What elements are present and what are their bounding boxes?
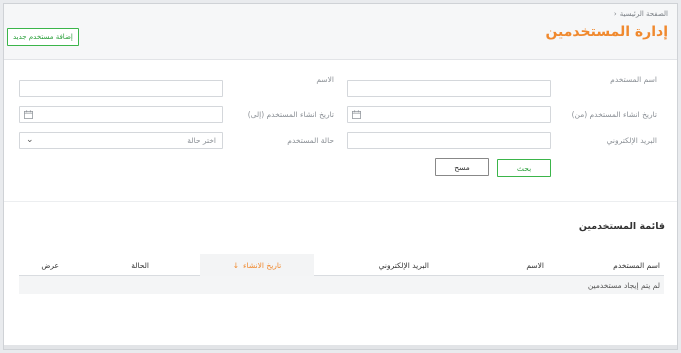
main-window: الصفحة الرئيسية ‹ إدارة المستخدمين إضافة… [3,3,678,350]
column-created-date-label: تاريخ الانشاء [243,260,282,270]
column-view[interactable]: عرض [41,254,59,276]
created-from-input[interactable] [347,106,551,123]
calendar-icon[interactable] [24,110,33,119]
clear-button[interactable]: مسح [435,158,489,176]
add-user-button[interactable]: إضافة مستخدم جديد [7,28,79,46]
users-table: اسم المستخدم الاسم البريد الإلكتروني تار… [19,254,664,294]
column-email[interactable]: البريد الإلكتروني [379,254,429,276]
column-name[interactable]: الاسم [526,254,544,276]
search-panel: اسم المستخدم الاسم تاريخ انشاء المستخدم … [4,60,677,201]
section-divider [4,201,677,202]
table-header: اسم المستخدم الاسم البريد الإلكتروني تار… [19,254,664,276]
chevron-left-icon: ‹ [613,10,617,18]
search-button[interactable]: بحث [497,159,551,177]
name-label: الاسم [316,75,334,84]
email-input[interactable] [347,132,551,149]
status-label: حالة المستخدم [287,136,334,145]
list-title: قائمة المستخدمين [578,221,665,232]
username-label: اسم المستخدم [610,75,657,84]
status-select[interactable]: اختر حالة ⌄ [19,132,223,149]
page-header: الصفحة الرئيسية ‹ إدارة المستخدمين إضافة… [4,4,677,60]
breadcrumb-home[interactable]: الصفحة الرئيسية [620,10,668,18]
chevron-down-icon: ⌄ [26,135,34,145]
name-input[interactable] [19,80,223,97]
created-from-label: تاريخ انشاء المستخدم (من) [571,110,657,119]
sort-arrow-icon: ↓ [232,260,240,270]
calendar-icon[interactable] [352,110,361,119]
column-username[interactable]: اسم المستخدم [613,254,660,276]
username-input[interactable] [347,80,551,97]
status-placeholder: اختر حالة [187,136,216,145]
column-status[interactable]: الحالة [131,254,149,276]
column-created-date[interactable]: تاريخ الانشاء ↓ [200,254,314,276]
horizontal-scrollbar[interactable] [4,345,677,349]
page-title: إدارة المستخدمين [545,24,668,40]
created-to-label: تاريخ انشاء المستخدم (إلى) [247,110,334,119]
breadcrumb[interactable]: الصفحة الرئيسية ‹ [614,10,668,18]
email-label: البريد الإلكتروني [606,136,657,145]
empty-row: لم يتم إيجاد مستخدمين [19,276,664,294]
created-to-input[interactable] [19,106,223,123]
